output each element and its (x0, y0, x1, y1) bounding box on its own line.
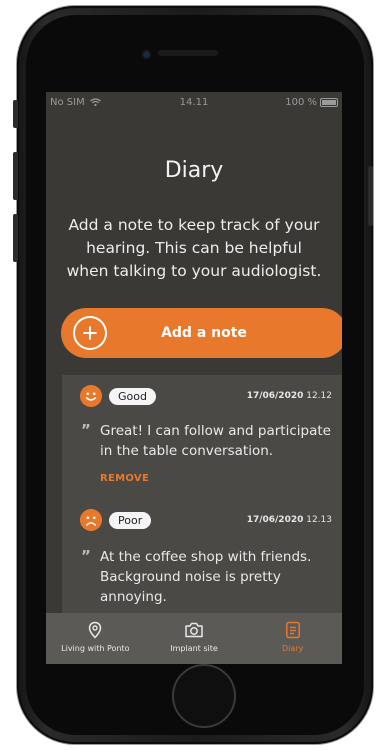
front-camera-icon (143, 51, 150, 58)
status-battery: 100 % (285, 97, 338, 108)
app-screen: No SIM 14.11 100 % Diary Add a note to k… (46, 92, 342, 664)
power-button (368, 166, 373, 226)
mute-switch (13, 100, 18, 128)
camera-icon (185, 622, 203, 638)
earpiece-speaker (158, 50, 218, 56)
remove-entry-link[interactable]: REMOVE (100, 473, 149, 484)
entry-header: Good (80, 385, 156, 407)
entry-note-text: At the coffee shop with friends. Backgro… (100, 549, 312, 605)
tab-living-with-ponto[interactable]: Living with Ponto (46, 613, 145, 664)
status-bar: No SIM 14.11 100 % (46, 92, 342, 114)
smile-face-icon (80, 385, 102, 407)
sad-face-icon (80, 509, 102, 531)
battery-icon (320, 98, 338, 107)
entry-header: Poor (80, 509, 152, 531)
add-note-label: Add a note (161, 325, 247, 341)
entry-timestamp: 17/06/2020 12.13 (246, 515, 332, 525)
page-intro-text: Add a note to keep track of your hearing… (66, 216, 322, 280)
diary-entries-list[interactable]: Good 17/06/2020 12.12 ” Great! I can fol… (62, 375, 342, 613)
page-title: Diary (164, 158, 224, 183)
mood-badge: Good (109, 387, 156, 405)
volume-down-button (13, 214, 18, 262)
notepad-icon (285, 621, 300, 639)
tab-implant-site[interactable]: Implant site (145, 613, 244, 664)
home-button[interactable] (172, 664, 236, 728)
entry-note-text: Great! I can follow and participate in t… (100, 423, 331, 459)
quote-icon: ” (81, 547, 91, 565)
entry-timestamp: 17/06/2020 12.12 (246, 391, 332, 401)
mood-badge: Poor (109, 511, 152, 529)
quote-icon: ” (81, 421, 91, 439)
volume-up-button (13, 152, 18, 200)
tab-diary[interactable]: Diary (243, 613, 342, 664)
bottom-tab-bar: Living with Ponto Implant site Diary (46, 613, 342, 664)
add-note-button[interactable]: Add a note (61, 308, 342, 358)
location-pin-icon (89, 621, 102, 639)
